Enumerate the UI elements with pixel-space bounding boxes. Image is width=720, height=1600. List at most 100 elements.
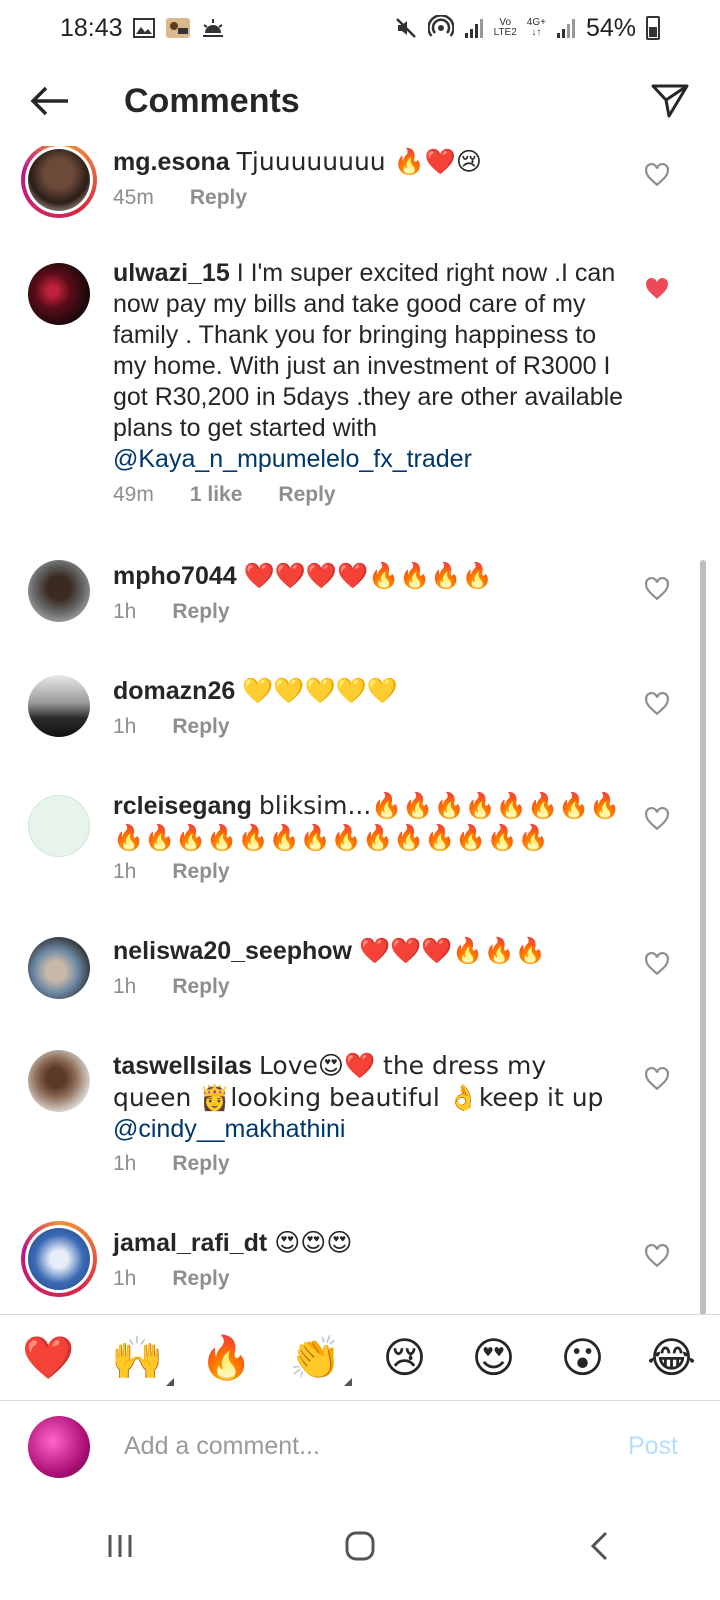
likes-count[interactable]: 1 like: [190, 483, 243, 507]
reply-button[interactable]: Reply: [172, 600, 229, 624]
heart-outline-icon[interactable]: [644, 162, 670, 188]
mention-link[interactable]: @cindy__makhathini: [113, 1115, 345, 1143]
heart-outline-icon[interactable]: [644, 951, 670, 977]
comment-username[interactable]: mg.esona: [113, 148, 230, 176]
back-button[interactable]: [0, 56, 100, 146]
arrow-left-icon: [30, 86, 68, 116]
status-bar: 18:43 Vo LTE2 4G+ ↓↑ 54%: [0, 0, 720, 56]
quick-reactions-bar: ❤️ 🙌 🔥 👏 😢 😍 😮 😂: [0, 1314, 720, 1400]
reaction-raised-hands[interactable]: 🙌: [108, 1328, 174, 1388]
network-bottom-label: LTE2: [493, 27, 517, 38]
comment-content: 😍😍😍: [274, 1228, 353, 1257]
reply-button[interactable]: Reply: [190, 186, 247, 210]
signal-icon: [464, 14, 484, 42]
reaction-heart-eyes[interactable]: 😍: [464, 1328, 524, 1388]
heart-outline-icon[interactable]: [644, 576, 670, 602]
comment-composer: Post: [0, 1400, 720, 1492]
comment-input[interactable]: [124, 1432, 584, 1461]
page-title: Comments: [124, 81, 300, 120]
comment-text: ulwazi_15 I I'm super excited right now …: [113, 258, 628, 475]
heart-outline-icon[interactable]: [644, 806, 670, 832]
comment-meta: 1h Reply: [113, 860, 230, 884]
reaction-heart[interactable]: ❤️: [19, 1328, 79, 1388]
comment-username[interactable]: mpho7044: [113, 562, 237, 590]
story-ring[interactable]: [21, 1221, 97, 1297]
post-button[interactable]: Post: [628, 1432, 678, 1461]
reaction-laughing[interactable]: 😂: [642, 1328, 702, 1388]
recent-apps-button[interactable]: [70, 1506, 170, 1586]
reply-button[interactable]: Reply: [172, 975, 229, 999]
app-notification-icon: [165, 14, 191, 42]
home-icon: [345, 1531, 375, 1561]
red-heart-icon: ❤️: [22, 1332, 75, 1382]
comment-meta: 1h Reply: [113, 715, 230, 739]
avatar[interactable]: [28, 1050, 90, 1112]
current-user-avatar: [28, 1415, 90, 1478]
comment-meta: 1h Reply: [113, 600, 230, 624]
reply-button[interactable]: Reply: [172, 1267, 229, 1291]
comment-meta: 1h Reply: [113, 1152, 230, 1176]
comment-username[interactable]: domazn26: [113, 677, 235, 705]
comment-content: ❤️❤️❤️🔥🔥🔥: [358, 936, 546, 965]
gallery-icon: [132, 14, 155, 42]
comment-content: ❤️❤️❤️❤️🔥🔥🔥🔥: [243, 561, 493, 590]
chevron-left-icon: [590, 1531, 608, 1561]
reaction-fire[interactable]: 🔥: [197, 1328, 257, 1388]
raised-hands-icon: 🙌: [111, 1332, 164, 1382]
mute-icon: [394, 14, 418, 42]
heart-outline-icon[interactable]: [644, 1243, 670, 1269]
home-button[interactable]: [310, 1506, 410, 1586]
comment-time: 1h: [113, 975, 137, 998]
heart-filled-icon[interactable]: [644, 276, 670, 302]
network-type-icon: Vo LTE2: [494, 14, 517, 42]
tears-of-joy-icon: 😂: [646, 1333, 697, 1382]
clapping-hands-icon: 👏: [289, 1332, 342, 1382]
surprised-face-icon: 😮: [560, 1333, 605, 1382]
comment-username[interactable]: rcleisegang: [113, 792, 252, 820]
comment-meta: 49m 1 like Reply: [113, 483, 336, 507]
reaction-clap[interactable]: 👏: [286, 1328, 352, 1388]
reaction-surprised[interactable]: 😮: [553, 1328, 613, 1388]
comment-username[interactable]: ulwazi_15: [113, 259, 230, 287]
comment-text: taswellsilas Love😍❤️ the dress my queen …: [113, 1050, 628, 1145]
scrollbar[interactable]: [700, 560, 706, 1315]
avatar[interactable]: [28, 937, 90, 999]
reaction-crying[interactable]: 😢: [375, 1328, 435, 1388]
signal-2-icon: [556, 14, 576, 42]
avatar[interactable]: [28, 675, 90, 737]
avatar[interactable]: [28, 795, 90, 857]
heart-outline-icon[interactable]: [644, 1066, 670, 1092]
reply-button[interactable]: Reply: [172, 1152, 229, 1176]
comments-list[interactable]: mg.esona Tjuuuuuuuu 🔥❤️😢 45m Reply ulwaz…: [0, 146, 720, 1314]
network-gen-icon: 4G+ ↓↑: [527, 14, 546, 42]
avatar[interactable]: [28, 560, 90, 622]
comment-time: 1h: [113, 600, 137, 623]
system-nav-bar: [0, 1492, 720, 1600]
comment-meta: 45m Reply: [113, 186, 247, 210]
avatar: [28, 149, 90, 211]
comment-time: 1h: [113, 1152, 137, 1175]
comment-time: 1h: [113, 715, 137, 738]
heart-outline-icon[interactable]: [644, 691, 670, 717]
weather-icon: [201, 14, 225, 42]
comment-username[interactable]: taswellsilas: [113, 1052, 252, 1080]
reply-button[interactable]: Reply: [172, 715, 229, 739]
reply-button[interactable]: Reply: [278, 483, 335, 507]
comment-time: 1h: [113, 1267, 137, 1290]
avatar[interactable]: [28, 263, 90, 325]
back-nav-button[interactable]: [550, 1506, 650, 1586]
comment-text: neliswa20_seephow ❤️❤️❤️🔥🔥🔥: [113, 935, 628, 967]
skin-tone-indicator: [165, 1377, 174, 1386]
header: Comments: [0, 56, 720, 146]
comment-content: 💛💛💛💛💛: [242, 676, 398, 705]
fire-icon: 🔥: [200, 1332, 253, 1382]
comment-time: 45m: [113, 186, 154, 209]
story-ring[interactable]: [21, 146, 97, 218]
mention-link[interactable]: @Kaya_n_mpumelelo_fx_trader: [113, 445, 472, 473]
reply-button[interactable]: Reply: [172, 860, 229, 884]
status-right: Vo LTE2 4G+ ↓↑ 54%: [394, 14, 660, 43]
comment-text: mpho7044 ❤️❤️❤️❤️🔥🔥🔥🔥: [113, 560, 628, 592]
comment-username[interactable]: jamal_rafi_dt: [113, 1229, 267, 1257]
comment-username[interactable]: neliswa20_seephow: [113, 937, 352, 965]
share-button[interactable]: [620, 56, 720, 146]
